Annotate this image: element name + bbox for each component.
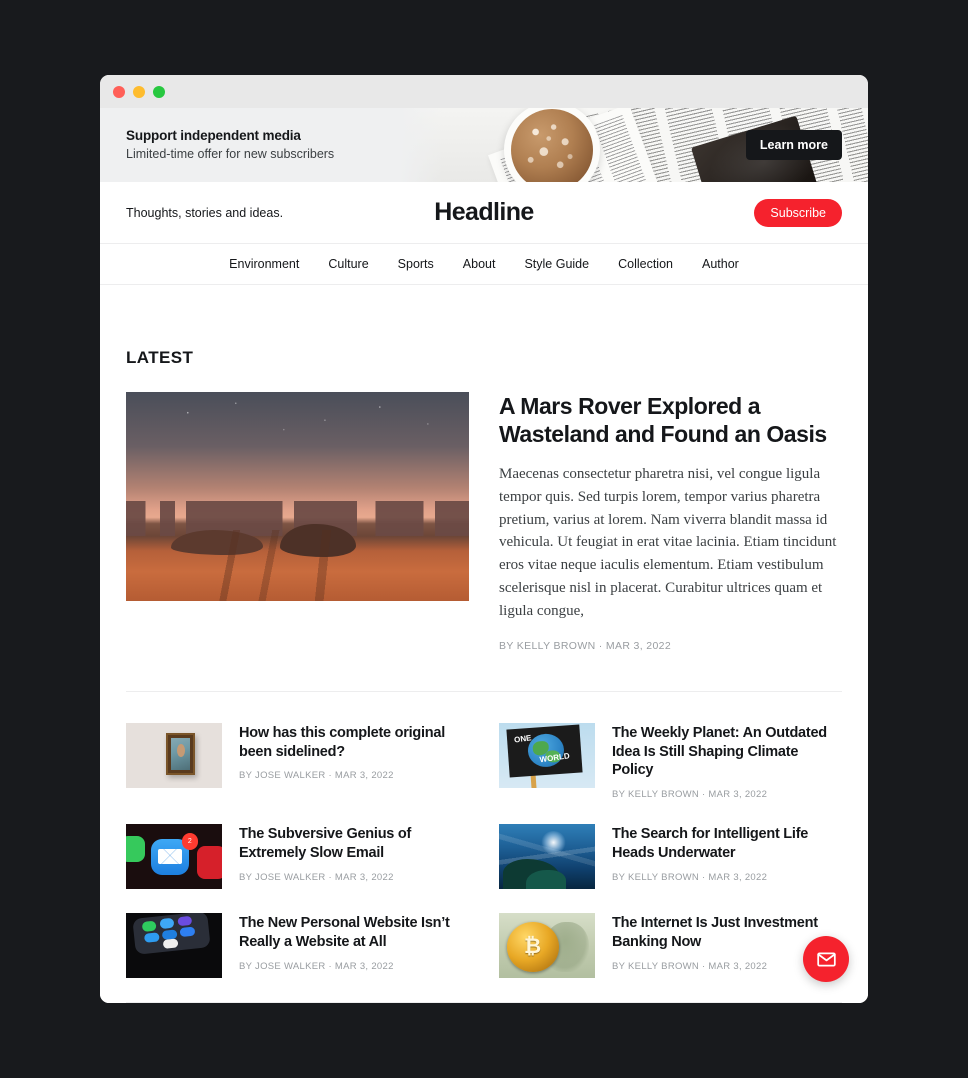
coral-shape — [525, 869, 567, 890]
post-byline: BY KELLY BROWN · MAR 3, 2022 — [612, 871, 768, 883]
site-brand-title[interactable]: Headline — [434, 198, 534, 227]
post-title[interactable]: The New Personal Website Isn’t Really a … — [239, 914, 469, 952]
featured-article: A Mars Rover Explored a Wasteland and Fo… — [126, 392, 842, 652]
list-item: 2 The Subversive Genius of Extremely Slo… — [126, 824, 469, 890]
post-thumbnail-painting[interactable] — [126, 722, 222, 788]
notification-badge: 2 — [181, 833, 198, 850]
sign-board-shape: ONE WORLD — [506, 724, 583, 778]
featured-article-title[interactable]: A Mars Rover Explored a Wasteland and Fo… — [499, 392, 842, 448]
portal-subscribe-button[interactable] — [803, 936, 849, 982]
minimize-window-button[interactable] — [133, 85, 145, 98]
bitcoin-icon: ₿ — [506, 922, 559, 972]
list-item: The New Personal Website Isn’t Really a … — [126, 913, 469, 979]
featured-article-byline: BY KELLY BROWN · MAR 3, 2022 — [499, 639, 672, 652]
nav-item-style-guide[interactable]: Style Guide — [524, 257, 589, 271]
post-thumbnail-phone[interactable] — [126, 913, 222, 979]
list-item: The Search for Intelligent Life Heads Un… — [499, 824, 842, 890]
post-byline: BY JOSE WALKER · MAR 3, 2022 — [239, 960, 394, 972]
list-item: ONE WORLD The Weekly Planet: An Outdated… — [499, 722, 842, 801]
nav-item-collection[interactable]: Collection — [618, 257, 673, 271]
picture-frame-icon — [166, 733, 196, 775]
post-body: The Weekly Planet: An Outdated Idea Is S… — [612, 723, 842, 801]
main-content: LATEST A Mars Rover Explored a Wasteland… — [100, 348, 868, 1003]
post-thumbnail-protest-sign[interactable]: ONE WORLD — [499, 722, 595, 788]
learn-more-button[interactable]: Learn more — [745, 130, 842, 160]
post-byline: BY JOSE WALKER · MAR 3, 2022 — [239, 770, 394, 782]
post-body: The Search for Intelligent Life Heads Un… — [612, 824, 842, 883]
section-heading-latest: LATEST — [126, 348, 194, 367]
site-tagline: Thoughts, stories and ideas. — [126, 205, 284, 220]
bottom-divider — [126, 1002, 842, 1003]
post-body: The Subversive Genius of Extremely Slow … — [239, 824, 469, 883]
content-divider — [126, 690, 842, 692]
maximize-window-button[interactable] — [153, 85, 165, 98]
envelope-icon — [816, 952, 836, 966]
post-title[interactable]: The Search for Intelligent Life Heads Un… — [612, 825, 842, 863]
promo-text-group: Support independent media Limited-time o… — [100, 127, 334, 163]
list-item: How has this complete original been side… — [126, 722, 469, 801]
site-header: Thoughts, stories and ideas. Headline Su… — [100, 182, 868, 243]
close-window-button[interactable] — [113, 85, 125, 98]
post-title[interactable]: How has this complete original been side… — [239, 724, 469, 762]
page-viewport: Support independent media Limited-time o… — [100, 108, 868, 1003]
subscribe-button[interactable]: Subscribe — [754, 198, 842, 227]
sign-word-one: ONE — [513, 732, 532, 744]
browser-window: Support independent media Limited-time o… — [100, 75, 868, 1003]
coffee-cup-icon — [504, 108, 600, 182]
nav-item-author[interactable]: Author — [702, 257, 739, 271]
post-title[interactable]: The Subversive Genius of Extremely Slow … — [239, 825, 469, 863]
featured-article-excerpt: Maecenas consectetur pharetra nisi, vel … — [499, 466, 837, 619]
post-thumbnail-underwater[interactable] — [499, 824, 595, 890]
bitcoin-symbol: ₿ — [524, 935, 542, 959]
featured-article-image[interactable] — [126, 392, 469, 601]
promo-banner: Support independent media Limited-time o… — [100, 108, 868, 182]
main-navigation: Environment Culture Sports About Style G… — [100, 243, 868, 285]
post-thumbnail-bitcoin[interactable]: ₿ — [499, 913, 595, 979]
sand-tracks-shape — [126, 529, 469, 601]
red-app-icon — [197, 846, 222, 879]
post-byline: BY KELLY BROWN · MAR 3, 2022 — [612, 789, 768, 801]
post-byline: BY JOSE WALKER · MAR 3, 2022 — [239, 871, 394, 883]
post-body: The New Personal Website Isn’t Really a … — [239, 913, 469, 972]
promo-subtitle: Limited-time offer for new subscribers — [126, 146, 335, 161]
nav-item-culture[interactable]: Culture — [328, 257, 368, 271]
nav-item-sports[interactable]: Sports — [398, 257, 434, 271]
post-title[interactable]: The Weekly Planet: An Outdated Idea Is S… — [612, 724, 842, 781]
promo-title: Support independent media — [126, 127, 301, 143]
post-grid: How has this complete original been side… — [126, 722, 842, 979]
list-item: ₿ The Internet Is Just Investment Bankin… — [499, 913, 842, 979]
stars-icon — [126, 392, 469, 487]
post-body: How has this complete original been side… — [239, 723, 469, 782]
header-actions: Subscribe — [484, 198, 842, 227]
green-app-icon — [126, 835, 146, 862]
nav-item-about[interactable]: About — [463, 257, 496, 271]
phone-screen-shape — [131, 913, 211, 955]
window-titlebar — [100, 75, 868, 108]
featured-article-body: A Mars Rover Explored a Wasteland and Fo… — [499, 392, 842, 652]
post-thumbnail-mail-app[interactable]: 2 — [126, 824, 222, 890]
nav-item-environment[interactable]: Environment — [229, 257, 299, 271]
sun-glow-icon — [541, 830, 567, 855]
